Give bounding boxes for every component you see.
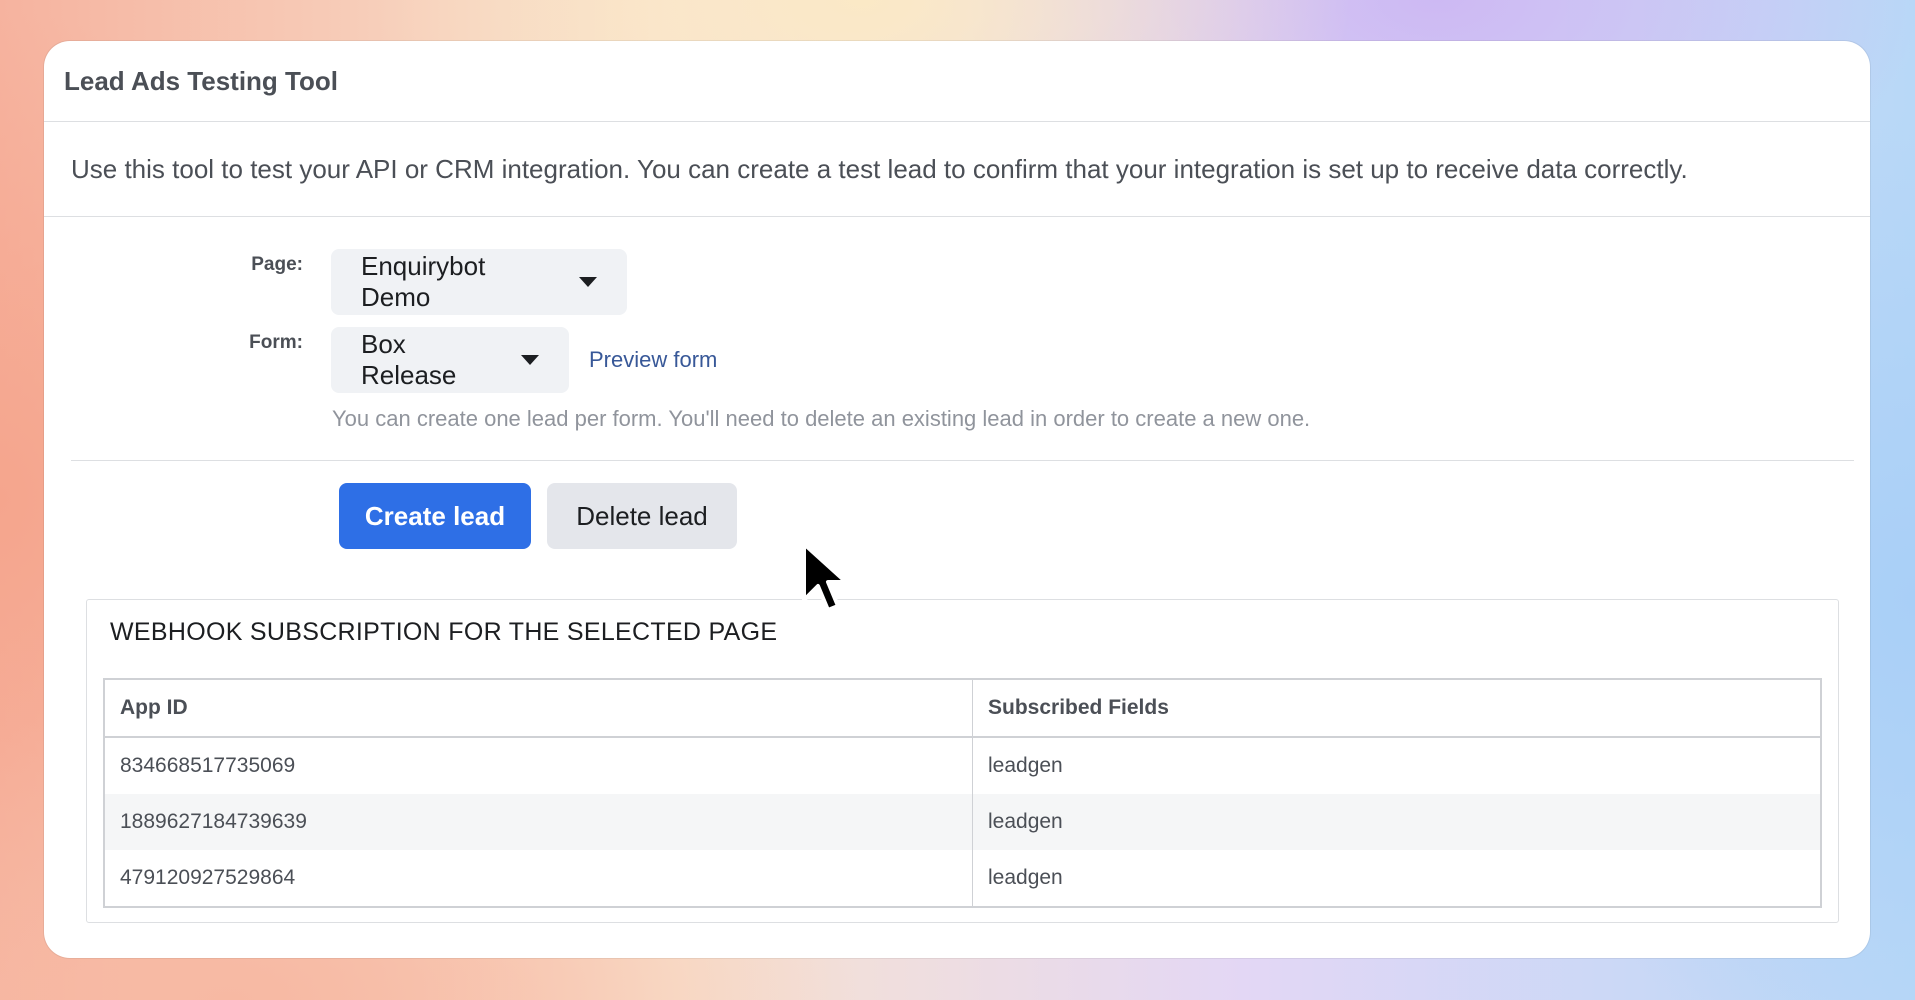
form-select-value: Box Release (361, 329, 457, 390)
card-header: Lead Ads Testing Tool (44, 41, 1870, 122)
delete-lead-button[interactable]: Delete lead (547, 483, 737, 549)
create-lead-button[interactable]: Create lead (339, 483, 531, 549)
column-header-app-id: App ID (104, 679, 973, 738)
app-id-cell: 1889627184739639 (104, 794, 973, 850)
webhook-subscription-panel: WEBHOOK SUBSCRIPTION FOR THE SELECTED PA… (86, 599, 1839, 923)
helper-text: You can create one lead per form. You'll… (332, 406, 1311, 431)
subscribed-fields-cell: leadgen (972, 737, 1822, 794)
caret-down-icon (521, 355, 539, 365)
caret-down-icon (579, 277, 597, 287)
page-select[interactable]: Enquirybot Demo (331, 249, 627, 315)
lead-ads-testing-tool-card: Lead Ads Testing Tool Use this tool to t… (44, 41, 1870, 958)
page-field-label: Page: (251, 254, 303, 275)
app-id-cell: 834668517735069 (104, 737, 973, 794)
subscribed-fields-cell: leadgen (972, 850, 1822, 907)
form-field-label: Form: (249, 332, 303, 353)
webhook-subscriptions-table: App ID Subscribed Fields 834668517735069… (103, 678, 1822, 908)
preview-form-link[interactable]: Preview form (589, 347, 717, 373)
column-header-subscribed-fields: Subscribed Fields (972, 679, 1822, 738)
table-row: 479120927529864 leadgen (104, 850, 1822, 907)
table-row: 1889627184739639 leadgen (104, 794, 1822, 850)
app-id-cell: 479120927529864 (104, 850, 973, 907)
table-row: 834668517735069 leadgen (104, 737, 1822, 794)
form-area: Page: Enquirybot Demo Form: Box Release … (44, 217, 1870, 958)
subscribed-fields-cell: leadgen (972, 794, 1822, 850)
page-select-value: Enquirybot Demo (361, 251, 486, 312)
webhook-section-title: WEBHOOK SUBSCRIPTION FOR THE SELECTED PA… (110, 618, 778, 646)
form-select[interactable]: Box Release (331, 327, 569, 393)
section-divider (71, 460, 1854, 461)
tool-description: Use this tool to test your API or CRM in… (44, 122, 1870, 217)
table-header-row: App ID Subscribed Fields (104, 679, 1822, 738)
page-title: Lead Ads Testing Tool (64, 65, 338, 96)
mouse-cursor-icon (802, 542, 848, 612)
